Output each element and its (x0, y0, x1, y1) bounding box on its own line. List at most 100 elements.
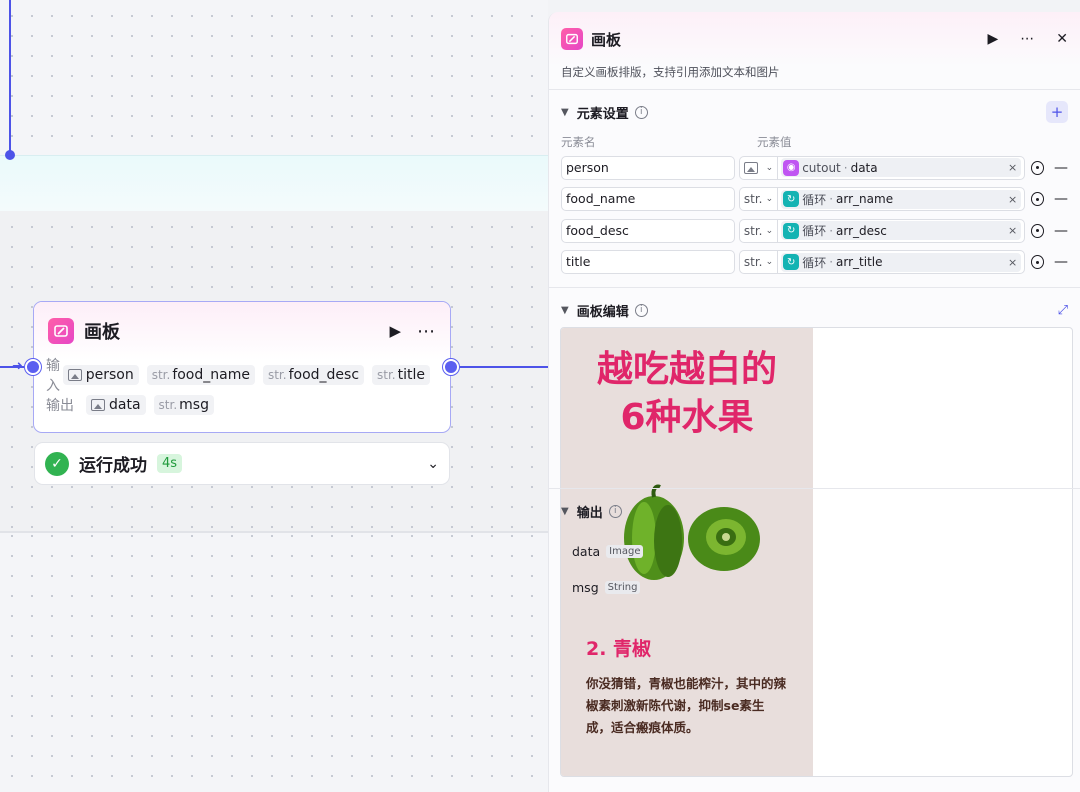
reference-source: cutout (802, 160, 841, 175)
play-icon[interactable]: ▶ (987, 31, 998, 47)
expand-icon[interactable]: ⤢ (1058, 303, 1068, 318)
output-title: 输出 (576, 505, 603, 521)
chevron-down-icon[interactable]: ▼ (561, 506, 569, 517)
input-tag-food-name: str. food_name (146, 365, 255, 385)
workflow-canvas[interactable]: ➜ 画板 ▶ ⋯ 输入 person str. food_name str. foo… (0, 0, 548, 792)
type-text: str. (743, 223, 763, 238)
node-outputs: 输出 data str. msg (34, 390, 450, 420)
element-name-input[interactable]: title (561, 250, 735, 275)
output-item: data Image (549, 533, 1080, 569)
node-settings-panel: 画板 ▶ ⋯ ✕ 自定义画板排版，支持引用添加文本和图片 ▼ 元素设置 i + … (548, 12, 1080, 792)
output-name: data (572, 543, 601, 559)
separator-dot: · (829, 223, 834, 238)
output-name: msg (572, 579, 599, 595)
element-row: title str. ⌄ ↻ 循环 · arr_title × — (549, 247, 1080, 279)
panel-title: 画板 (591, 30, 622, 49)
variable-target-icon[interactable] (1031, 223, 1044, 238)
run-status-bar[interactable]: ✓ 运行成功 4s ⌄ (34, 442, 450, 485)
element-settings-header[interactable]: ▼ 元素设置 i + (549, 90, 1080, 134)
outputs-label: 输出 (46, 398, 74, 414)
variable-target-icon[interactable] (1031, 192, 1044, 207)
loop-icon: ↻ (783, 191, 800, 208)
type-select[interactable]: ⌄ (738, 155, 778, 180)
cube-icon: ◉ (783, 159, 800, 176)
poster-title[interactable]: 越吃越白的 6种水果 (561, 346, 813, 442)
clear-icon[interactable]: × (1008, 161, 1017, 174)
remove-element-button[interactable]: — (1054, 160, 1068, 176)
input-name: person (85, 367, 134, 383)
more-icon[interactable]: ⋯ (417, 321, 436, 342)
board-edit-header[interactable]: ▼ 画板编辑 i ⤢ (549, 288, 1080, 332)
element-value-field[interactable]: ↻ 循环 · arr_desc × (777, 218, 1026, 243)
reference-variable: arr_name (836, 192, 894, 207)
chevron-down-icon: ⌄ (765, 225, 774, 236)
chevron-down-icon[interactable]: ▼ (561, 107, 569, 118)
reference-chip: ↻ 循环 · arr_title × (781, 252, 1022, 272)
node-header: 画板 ▶ ⋯ (34, 302, 450, 360)
variable-target-icon[interactable] (1031, 160, 1044, 175)
remove-element-button[interactable]: — (1054, 191, 1068, 207)
output-section: ▼ 输出 i data Image msg String (549, 488, 1080, 608)
element-name-input[interactable]: food_desc (561, 218, 735, 243)
poster-heading[interactable]: 2. 青椒 (586, 634, 651, 661)
info-icon[interactable]: i (608, 504, 622, 518)
type-prefix: str. (267, 368, 287, 382)
input-name: title (397, 367, 425, 383)
chevron-down-icon[interactable]: ⌄ (427, 456, 439, 472)
poster-body[interactable]: 你没猜错，青椒也能榨汁，其中的辣椒素刺激新陈代谢，抑制se素生成，适合瘢痕体质。 (586, 673, 786, 739)
output-tag-msg: str. msg (153, 395, 214, 415)
image-icon (743, 161, 758, 174)
type-text: str. (743, 192, 763, 207)
image-icon (91, 399, 105, 411)
input-port-handle[interactable] (25, 359, 41, 375)
column-name-header: 元素名 (561, 135, 596, 149)
canvas-node[interactable]: 画板 ▶ ⋯ 输入 person str. food_name str. food_… (33, 301, 451, 433)
type-prefix: str. (158, 398, 178, 412)
play-icon[interactable]: ▶ (389, 322, 401, 340)
element-value-field[interactable]: ◉ cutout · data × (777, 155, 1026, 180)
type-select[interactable]: str. ⌄ (738, 187, 778, 212)
element-name-input[interactable]: person (561, 155, 735, 180)
output-tag-data: data (86, 395, 146, 415)
reference-source: 循环 (802, 224, 827, 239)
board-edit-title: 画板编辑 (576, 304, 629, 320)
clear-icon[interactable]: × (1008, 193, 1017, 206)
element-value-field[interactable]: ↻ 循环 · arr_title × (777, 250, 1026, 275)
info-icon[interactable]: i (634, 105, 648, 119)
output-type-badge: String (604, 580, 641, 594)
separator-dot: · (829, 192, 834, 207)
reference-source: 循环 (802, 255, 827, 270)
type-select[interactable]: str. ⌄ (738, 218, 778, 243)
poster-title-line1: 越吃越白的 (596, 349, 777, 390)
panel-description: 自定义画板排版，支持引用添加文本和图片 (561, 65, 780, 79)
chevron-down-icon[interactable]: ▼ (561, 305, 569, 316)
variable-target-icon[interactable] (1031, 255, 1044, 270)
clear-icon[interactable]: × (1008, 224, 1017, 237)
reference-variable: arr_desc (836, 223, 887, 238)
more-icon[interactable]: ⋯ (1020, 31, 1034, 47)
panel-header: 画板 ▶ ⋯ ✕ 自定义画板排版，支持引用添加文本和图片 (549, 12, 1080, 90)
separator-dot: · (829, 255, 834, 270)
output-name: data (109, 397, 141, 413)
element-name-input[interactable]: food_name (561, 187, 735, 212)
arrow-right-icon: ➜ (12, 359, 23, 374)
canvas-app-icon (48, 318, 74, 344)
loop-icon: ↻ (783, 254, 800, 271)
close-icon[interactable]: ✕ (1056, 31, 1068, 47)
type-select[interactable]: str. ⌄ (738, 250, 778, 275)
output-port-handle[interactable] (443, 359, 459, 375)
clear-icon[interactable]: × (1008, 256, 1017, 269)
reference-variable: arr_title (836, 255, 883, 270)
info-icon[interactable]: i (634, 303, 648, 317)
column-value-header: 元素值 (757, 135, 792, 149)
check-circle-icon: ✓ (45, 451, 69, 476)
add-element-button[interactable]: + (1046, 101, 1068, 123)
run-time-badge: 4s (157, 454, 183, 473)
remove-element-button[interactable]: — (1054, 223, 1068, 239)
output-header[interactable]: ▼ 输出 i (549, 489, 1080, 533)
element-row: person ⌄ ◉ cutout · data × — (549, 152, 1080, 184)
loop-band (0, 155, 548, 211)
element-value-field[interactable]: ↻ 循环 · arr_name × (777, 187, 1026, 212)
remove-element-button[interactable]: — (1054, 254, 1068, 270)
output-name: msg (179, 397, 209, 413)
